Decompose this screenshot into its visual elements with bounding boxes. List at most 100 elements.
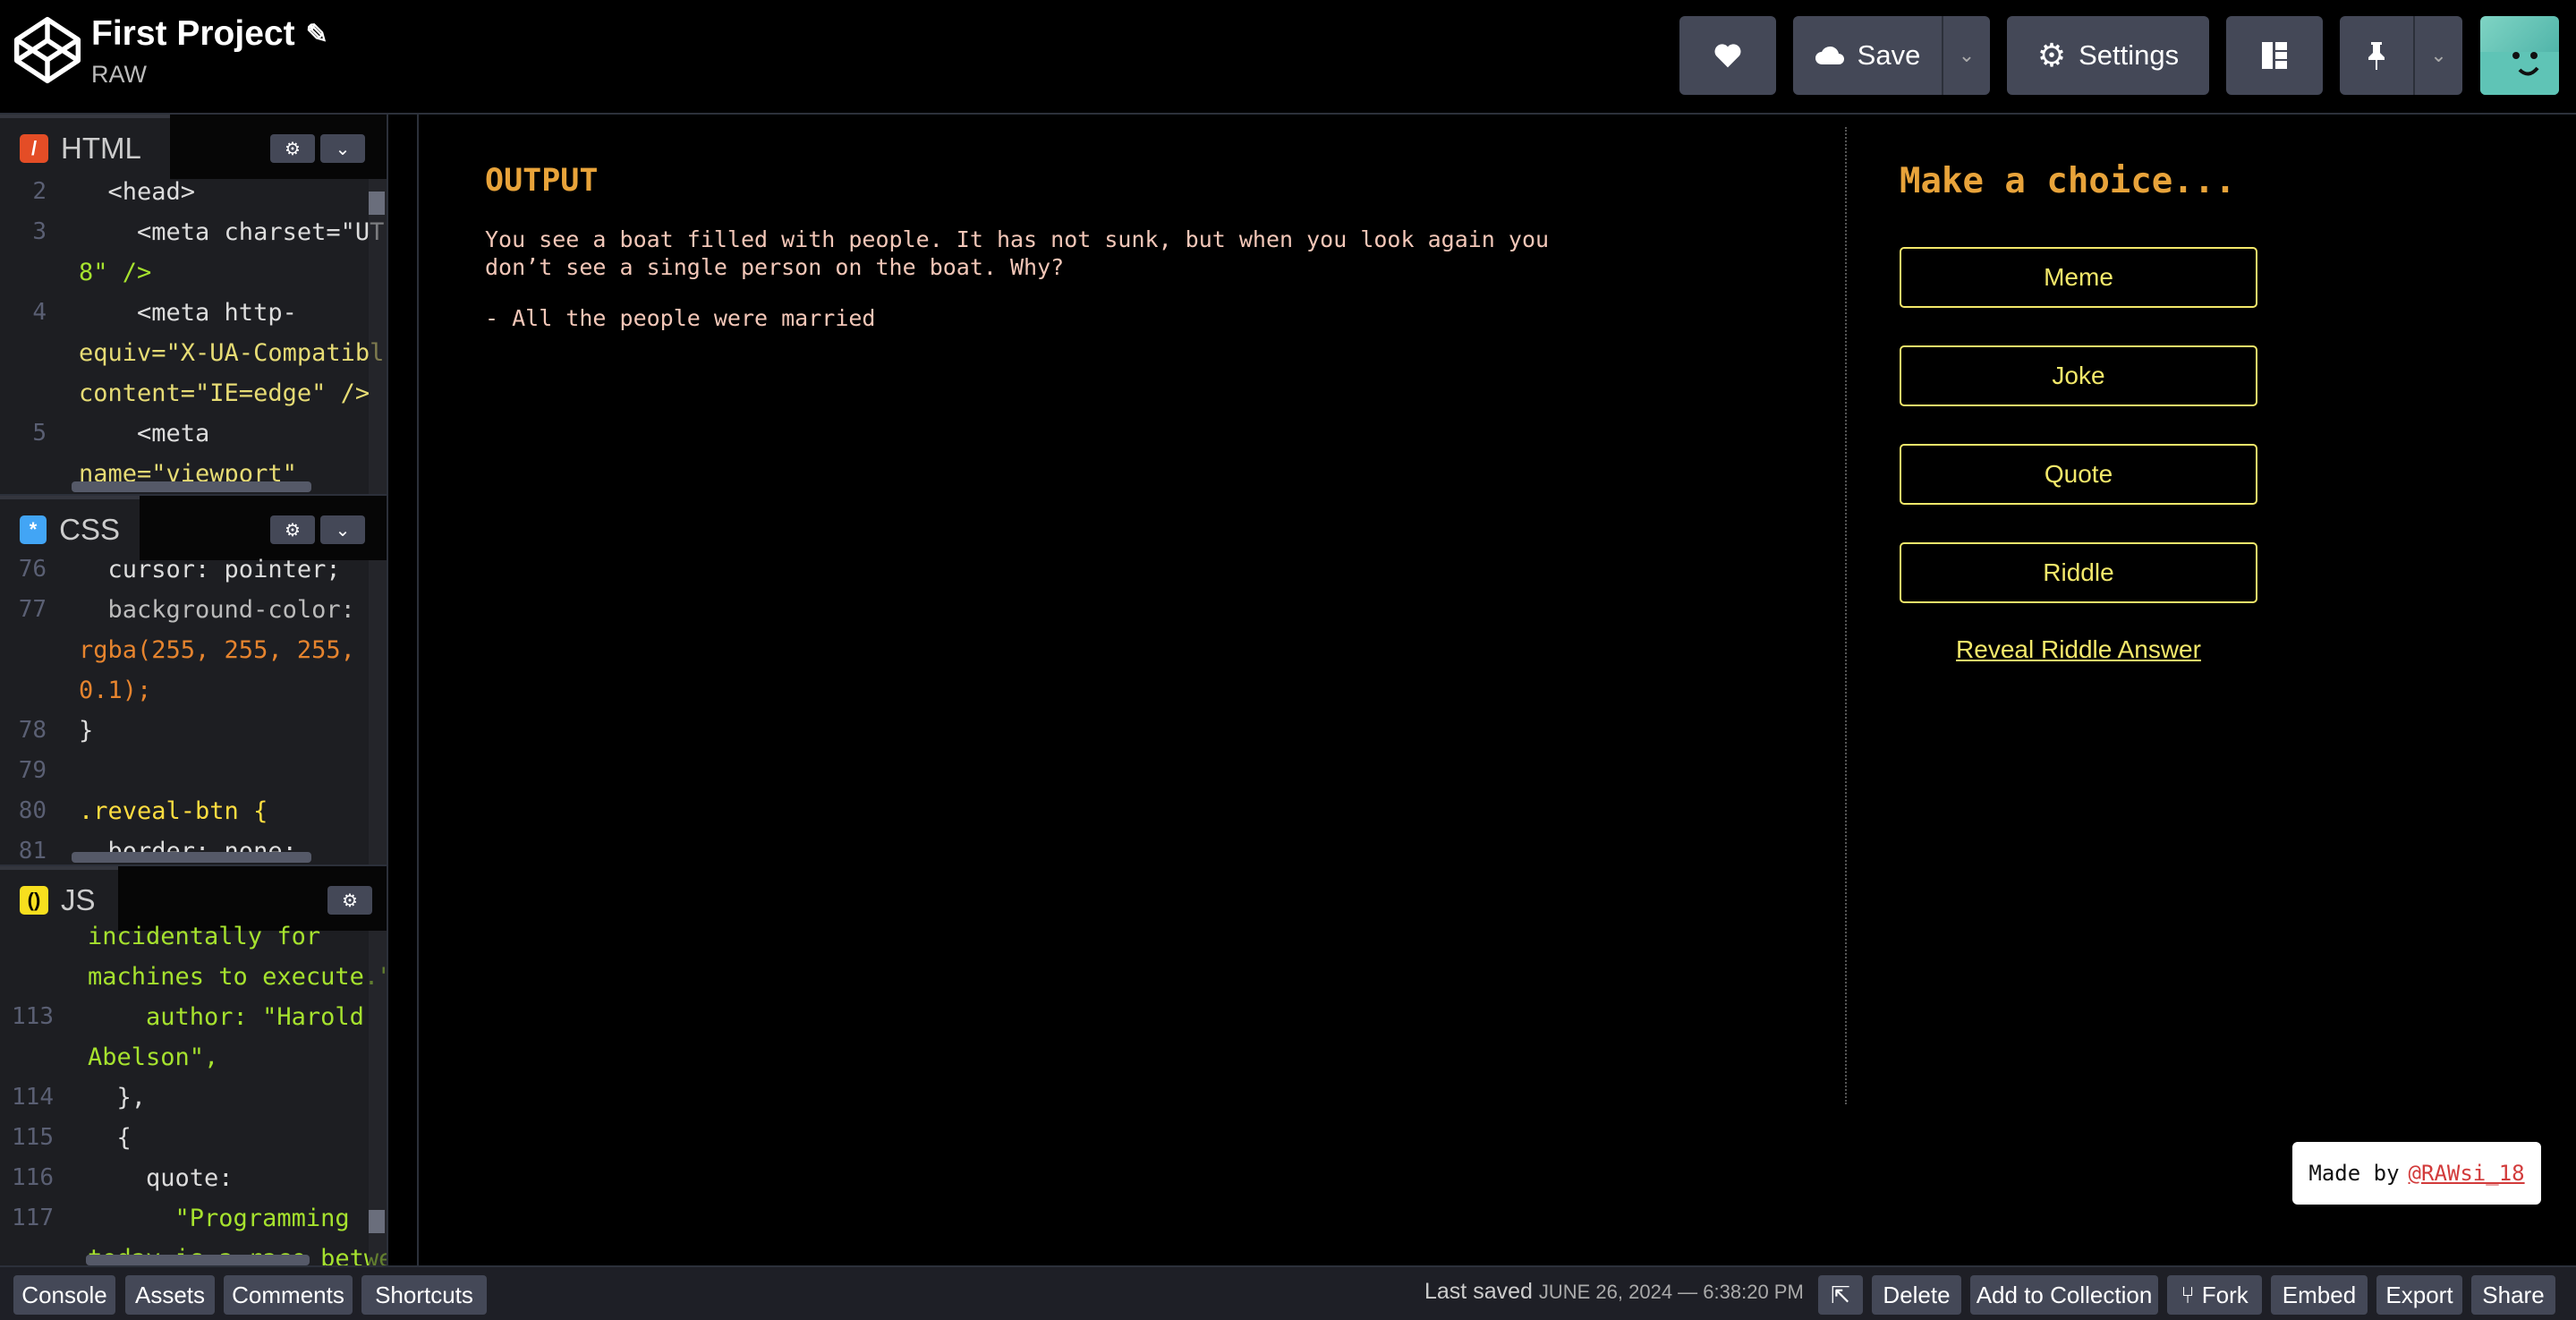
output-title: OUTPUT bbox=[485, 163, 599, 199]
like-button[interactable] bbox=[1679, 16, 1776, 95]
top-bar: First Project ✎ RAW Save ⌄ ⚙ Settings ⌄ bbox=[0, 0, 2576, 115]
line-number: 3 bbox=[32, 218, 47, 245]
code-line: "Programming bbox=[88, 1205, 350, 1232]
divider bbox=[1845, 127, 1847, 1104]
code-line: { bbox=[88, 1124, 132, 1152]
open-external-button[interactable]: ⇱ bbox=[1818, 1275, 1863, 1315]
chevron-down-icon: ⌄ bbox=[2430, 44, 2447, 66]
made-by-badge: Made by @RAWsi_18 bbox=[2292, 1142, 2541, 1205]
code-line: author: "Harold bbox=[88, 1003, 364, 1031]
line-number: 115 bbox=[12, 1124, 54, 1151]
css-collapse-button[interactable]: ⌄ bbox=[320, 515, 365, 544]
code-line: machines to execute." bbox=[88, 963, 387, 991]
line-number: 4 bbox=[32, 299, 47, 326]
avatar-face-icon bbox=[2480, 52, 2559, 95]
project-title-text[interactable]: First Project bbox=[91, 14, 295, 54]
line-number: 80 bbox=[18, 797, 47, 824]
pin-button[interactable] bbox=[2340, 16, 2413, 95]
codepen-logo-icon[interactable] bbox=[13, 15, 82, 85]
delete-button[interactable]: Delete bbox=[1872, 1275, 1961, 1315]
cloud-icon bbox=[1815, 46, 1844, 64]
add-to-collection-button[interactable]: Add to Collection bbox=[1970, 1275, 2158, 1315]
code-line: <meta http- bbox=[79, 299, 297, 327]
chevron-down-icon: ⌄ bbox=[335, 520, 351, 541]
code-line: .reveal-btn { bbox=[79, 797, 268, 825]
project-owner[interactable]: RAW bbox=[91, 61, 147, 89]
code-line: incidentally for bbox=[88, 923, 321, 950]
share-button[interactable]: Share bbox=[2471, 1275, 2555, 1315]
html-editor: / HTML ⚙ ⌄ 2 <head> 3 <meta charset="UT … bbox=[0, 115, 387, 494]
riddle-button[interactable]: Riddle bbox=[1900, 542, 2257, 603]
js-tab-label: JS bbox=[61, 883, 96, 916]
code-line: equiv="X-UA-Compatibl bbox=[79, 339, 385, 367]
html-collapse-button[interactable]: ⌄ bbox=[320, 134, 365, 163]
choice-title: Make a choice... bbox=[1900, 161, 2236, 201]
layout-button[interactable] bbox=[2226, 16, 2323, 95]
css-code[interactable]: 76 cursor: pointer; 77 background-color:… bbox=[0, 556, 387, 864]
joke-button[interactable]: Joke bbox=[1900, 345, 2257, 406]
reveal-answer-link[interactable]: Reveal Riddle Answer bbox=[1900, 635, 2257, 664]
gear-icon: ⚙ bbox=[285, 139, 301, 159]
js-scroll-thumb[interactable] bbox=[369, 1210, 385, 1233]
line-number: 81 bbox=[18, 838, 47, 864]
console-button[interactable]: Console bbox=[13, 1275, 115, 1315]
js-code[interactable]: incidentally for machines to execute." 1… bbox=[0, 923, 387, 1267]
code-line: 8" /> bbox=[79, 259, 152, 286]
html-scrollbar[interactable] bbox=[369, 179, 387, 494]
js-hscroll-thumb[interactable] bbox=[86, 1255, 310, 1265]
embed-button[interactable]: Embed bbox=[2271, 1275, 2368, 1315]
line-number: 77 bbox=[18, 596, 47, 623]
fork-icon: ⑂ bbox=[2181, 1281, 2195, 1308]
gear-icon: ⚙ bbox=[285, 520, 301, 541]
css-editor: * CSS ⚙ ⌄ 76 cursor: pointer; 77 backgro… bbox=[0, 494, 387, 864]
pin-icon bbox=[2368, 42, 2385, 70]
css-badge-icon: * bbox=[20, 515, 47, 544]
fork-button[interactable]: ⑂ Fork bbox=[2167, 1275, 2262, 1315]
comments-button[interactable]: Comments bbox=[224, 1275, 353, 1315]
css-scrollbar[interactable] bbox=[369, 560, 387, 864]
shortcuts-button[interactable]: Shortcuts bbox=[361, 1275, 487, 1315]
code-line: <meta charset="UT bbox=[79, 218, 385, 246]
chevron-down-icon: ⌄ bbox=[335, 139, 351, 159]
project-title[interactable]: First Project ✎ bbox=[91, 14, 328, 54]
editor-panel: / HTML ⚙ ⌄ 2 <head> 3 <meta charset="UT … bbox=[0, 115, 388, 1267]
layout-icon bbox=[2262, 42, 2287, 69]
line-number: 79 bbox=[18, 757, 47, 784]
pin-options-button[interactable]: ⌄ bbox=[2413, 16, 2462, 95]
code-line: }, bbox=[88, 1084, 147, 1111]
preview-pane: OUTPUT You see a boat filled with people… bbox=[419, 115, 2576, 1265]
last-saved: Last saved JUNE 26, 2024 — 6:38:20 PM bbox=[1424, 1279, 1804, 1305]
assets-button[interactable]: Assets bbox=[125, 1275, 215, 1315]
js-settings-button[interactable]: ⚙ bbox=[327, 886, 372, 915]
editor-resize-handle[interactable] bbox=[388, 115, 419, 1265]
quote-button[interactable]: Quote bbox=[1900, 444, 2257, 505]
html-hscroll-thumb[interactable] bbox=[72, 481, 311, 492]
pencil-icon[interactable]: ✎ bbox=[306, 19, 328, 50]
html-settings-button[interactable]: ⚙ bbox=[270, 134, 315, 163]
html-badge-icon: / bbox=[20, 134, 48, 163]
line-number: 5 bbox=[32, 420, 47, 447]
settings-button[interactable]: ⚙ Settings bbox=[2007, 16, 2209, 95]
export-button[interactable]: Export bbox=[2376, 1275, 2462, 1315]
css-settings-button[interactable]: ⚙ bbox=[270, 515, 315, 544]
code-line: } bbox=[79, 717, 94, 745]
line-number: 76 bbox=[18, 556, 47, 583]
code-line: rgba(255, 255, 255, bbox=[79, 636, 355, 664]
save-options-button[interactable]: ⌄ bbox=[1942, 16, 1990, 95]
author-link[interactable]: @RAWsi_18 bbox=[2409, 1161, 2525, 1186]
code-line: Abelson", bbox=[88, 1043, 219, 1071]
gear-icon: ⚙ bbox=[342, 890, 358, 911]
riddle-answer: - All the people were married bbox=[485, 305, 876, 331]
made-by-label: Made by bbox=[2308, 1161, 2400, 1186]
tab-html[interactable]: / HTML bbox=[0, 115, 170, 179]
meme-button[interactable]: Meme bbox=[1900, 247, 2257, 308]
avatar[interactable] bbox=[2480, 16, 2559, 95]
html-scroll-thumb[interactable] bbox=[369, 192, 385, 215]
line-number: 117 bbox=[12, 1205, 54, 1231]
css-hscroll-thumb[interactable] bbox=[72, 852, 311, 863]
riddle-text: You see a boat filled with people. It ha… bbox=[485, 226, 1550, 280]
html-code[interactable]: 2 <head> 3 <meta charset="UT 8" /> 4 <me… bbox=[0, 178, 387, 494]
external-link-icon: ⇱ bbox=[1831, 1281, 1850, 1308]
save-button[interactable]: Save bbox=[1793, 16, 1942, 95]
last-saved-label: Last saved bbox=[1424, 1279, 1533, 1304]
